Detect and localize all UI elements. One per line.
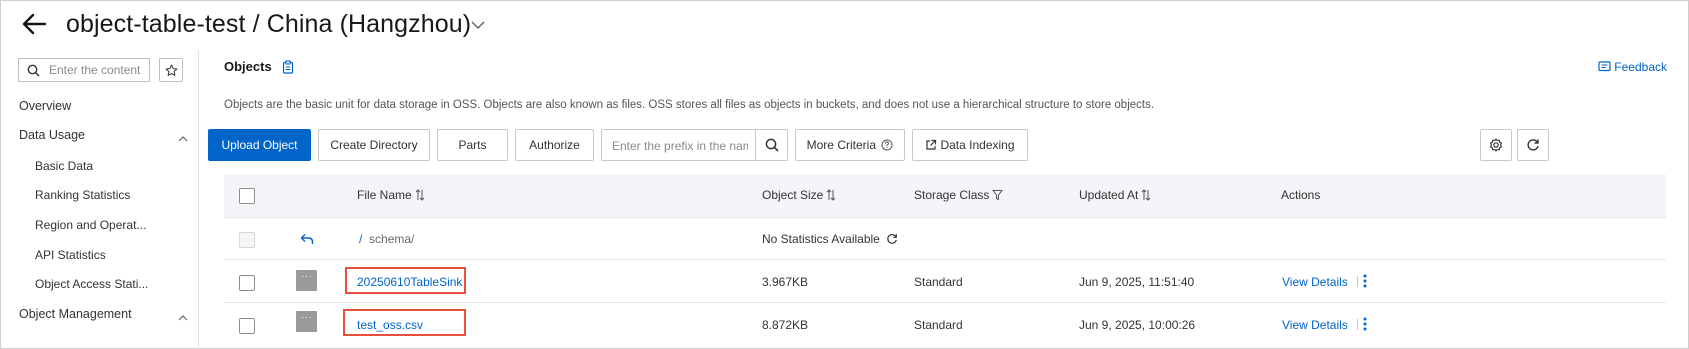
file-name-link[interactable]: test_oss.csv: [357, 318, 423, 332]
prefix-search-field: [601, 129, 757, 161]
divider: [1356, 319, 1358, 330]
row-checkbox[interactable]: [239, 318, 255, 334]
page-header: object-table-test / China (Hangzhou): [0, 0, 1689, 50]
updated-at: Jun 9, 2025, 10:00:26: [1079, 318, 1196, 332]
feedback-icon: [1598, 61, 1611, 72]
sidebar-item-overview[interactable]: Overview: [19, 99, 71, 113]
authorize-button[interactable]: Authorize: [515, 129, 594, 161]
sort-icon: [1142, 189, 1151, 201]
back-arrow-icon[interactable]: [20, 10, 48, 38]
refresh-icon[interactable]: [886, 233, 898, 245]
updated-at: Jun 9, 2025, 11:51:40: [1079, 275, 1195, 289]
page-description: Objects are the basic unit for data stor…: [224, 99, 1155, 111]
refresh-icon: [1527, 139, 1539, 151]
more-criteria-label: More Criteria: [806, 138, 876, 152]
table-row: ··· 20250610TableSink 3.967KB Standard J…: [224, 260, 1666, 303]
main-content: Objects Feedback Objects are the basic u…: [200, 50, 1689, 349]
star-icon: [165, 64, 178, 76]
path-prefix: /: [359, 232, 363, 246]
column-updated-at-label: Updated At: [1079, 188, 1139, 202]
file-name-link[interactable]: 20250610TableSink: [357, 275, 462, 289]
refresh-button[interactable]: [1517, 129, 1549, 161]
storage-class: Standard: [914, 275, 963, 289]
sidebar-item-ranking-statistics[interactable]: Ranking Statistics: [35, 188, 130, 202]
object-size: 3.967KB: [762, 275, 809, 289]
table-row: ··· test_oss.csv 8.872KB Standard Jun 9,…: [224, 303, 1666, 346]
sidebar-item-data-usage[interactable]: Data Usage: [19, 128, 85, 142]
bucket-title: object-table-test / China (Hangzhou): [66, 10, 472, 38]
sort-icon: [827, 189, 836, 201]
sidebar-item-region-operation[interactable]: Region and Operat...: [35, 218, 146, 232]
settings-button[interactable]: [1480, 129, 1512, 161]
more-criteria-button[interactable]: More Criteria: [795, 129, 905, 161]
sidebar-item-object-management[interactable]: Object Management: [19, 307, 132, 321]
sidebar: Overview Data Usage Basic Data Ranking S…: [0, 50, 199, 349]
sidebar-item-object-access[interactable]: Object Access Stati...: [35, 277, 148, 291]
external-link-icon: [926, 139, 937, 150]
page-title: Objects: [224, 59, 272, 74]
path-text: schema/: [369, 232, 415, 246]
return-arrow-icon[interactable]: [300, 233, 314, 248]
search-icon: [27, 64, 40, 77]
column-object-size[interactable]: Object Size: [762, 188, 836, 202]
parent-path[interactable]: / schema/: [359, 232, 414, 246]
column-actions: Actions: [1281, 188, 1321, 202]
chevron-up-icon[interactable]: [177, 132, 189, 142]
more-options-icon[interactable]: [1363, 317, 1367, 331]
parts-button[interactable]: Parts: [437, 129, 508, 161]
sidebar-item-basic-data[interactable]: Basic Data: [35, 159, 93, 173]
divider: [1356, 276, 1358, 287]
filter-icon: [992, 190, 1003, 200]
table-row-parent: / schema/ No Statistics Available: [224, 218, 1666, 260]
more-options-icon[interactable]: [1363, 274, 1367, 288]
size-cell: No Statistics Available: [762, 232, 898, 246]
column-file-name-label: File Name: [357, 188, 412, 202]
sidebar-item-api-statistics[interactable]: API Statistics: [35, 248, 106, 262]
actions-cell: View Details: [1282, 275, 1367, 289]
prefix-search-input[interactable]: [612, 137, 748, 155]
file-thumbnail-icon: ···: [296, 311, 317, 332]
gear-icon: [1489, 138, 1503, 152]
storage-class: Standard: [914, 318, 963, 332]
row-checkbox: [239, 232, 255, 248]
help-circle-icon: [881, 139, 893, 151]
create-directory-button[interactable]: Create Directory: [318, 129, 430, 161]
column-storage-class-label: Storage Class: [914, 188, 990, 202]
data-indexing-label: Data Indexing: [940, 138, 1015, 152]
sidebar-search-input[interactable]: [49, 61, 147, 79]
table-header: File Name Object Size Storage Class Upda…: [224, 174, 1666, 218]
sort-icon: [415, 189, 425, 201]
chevron-up-icon[interactable]: [177, 311, 189, 321]
column-storage-class[interactable]: Storage Class: [914, 188, 1003, 202]
column-file-name[interactable]: File Name: [357, 188, 425, 202]
chevron-down-icon[interactable]: [470, 18, 486, 32]
favorite-button[interactable]: [159, 58, 183, 82]
column-updated-at[interactable]: Updated At: [1079, 188, 1151, 202]
feedback-label: Feedback: [1614, 60, 1667, 74]
search-icon: [765, 138, 779, 152]
actions-cell: View Details: [1282, 318, 1367, 332]
feedback-link[interactable]: Feedback: [1598, 60, 1667, 74]
select-all-checkbox[interactable]: [239, 188, 255, 204]
upload-object-button[interactable]: Upload Object: [208, 129, 311, 161]
row-checkbox[interactable]: [239, 275, 255, 291]
data-indexing-button[interactable]: Data Indexing: [912, 129, 1028, 161]
file-thumbnail-icon: ···: [296, 270, 317, 291]
clipboard-icon[interactable]: [282, 60, 294, 77]
view-details-link[interactable]: View Details: [1282, 318, 1348, 332]
view-details-link[interactable]: View Details: [1282, 275, 1348, 289]
sidebar-search: [18, 58, 150, 82]
size-label: No Statistics Available: [762, 232, 880, 246]
column-object-size-label: Object Size: [762, 188, 824, 202]
object-size: 8.872KB: [762, 318, 809, 332]
prefix-search-button[interactable]: [755, 129, 788, 161]
